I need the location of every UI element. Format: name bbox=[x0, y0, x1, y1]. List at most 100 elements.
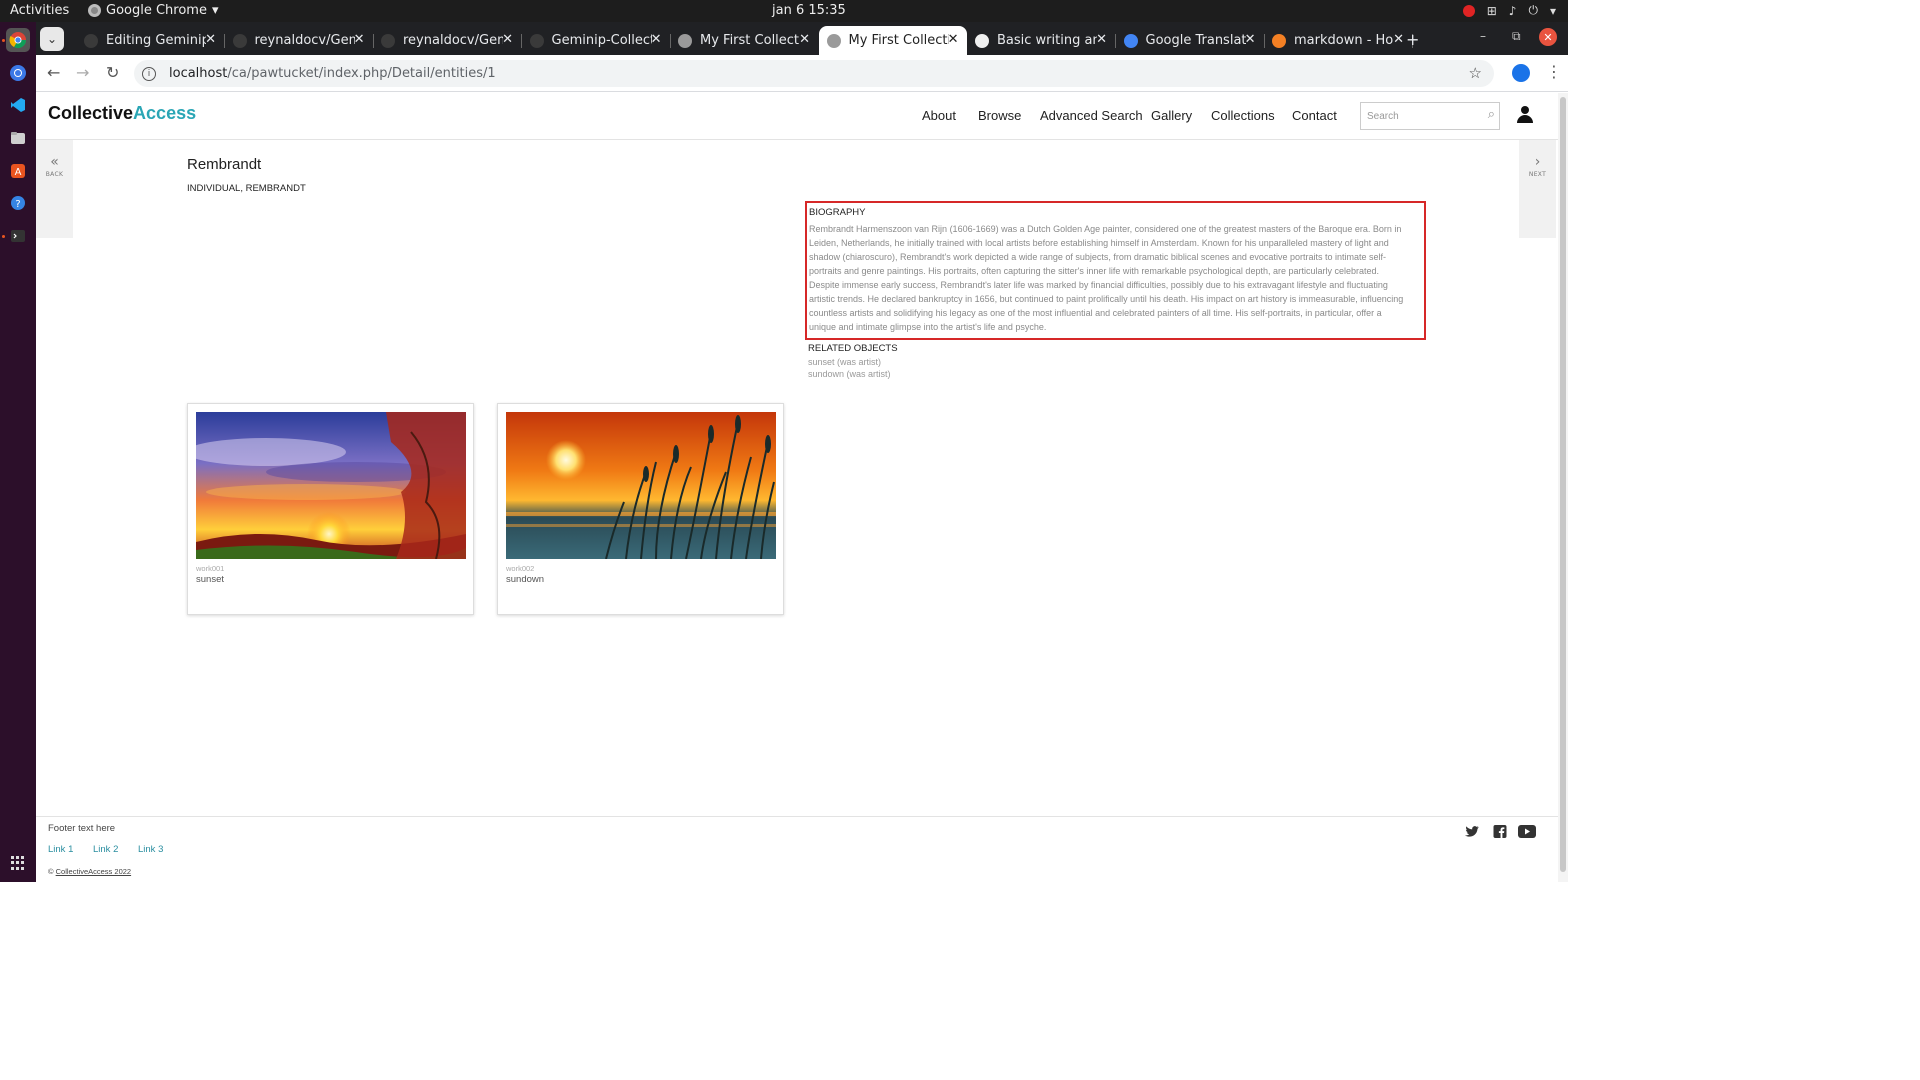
tab-favicon-icon bbox=[678, 33, 692, 48]
footer-link-2[interactable]: Link 2 bbox=[93, 844, 118, 855]
tab-close-icon[interactable]: ✕ bbox=[1245, 32, 1256, 47]
biography-text: Rembrandt Harmenszoon van Rijn (1606-166… bbox=[809, 224, 1404, 332]
browser-tab[interactable]: Geminip-Collect ✕ bbox=[522, 26, 671, 55]
footer-link-1[interactable]: Link 1 bbox=[48, 844, 73, 855]
do-not-disturb-icon[interactable] bbox=[1462, 4, 1475, 17]
clock[interactable]: jan 6 15:35 bbox=[772, 3, 846, 18]
nav-gallery[interactable]: Gallery bbox=[1151, 108, 1192, 123]
browser-tab[interactable]: markdown - How ✕ bbox=[1264, 26, 1413, 55]
tab-close-icon[interactable]: ✕ bbox=[205, 32, 216, 47]
bookmark-star-icon[interactable]: ☆ bbox=[1469, 64, 1482, 82]
browser-tab[interactable]: reynaldocv/Gem ✕ bbox=[225, 26, 374, 55]
terminal-dock-icon[interactable] bbox=[6, 224, 30, 248]
site-logo[interactable]: CollectiveAccess bbox=[48, 103, 196, 124]
next-record-button[interactable]: › NEXT bbox=[1519, 140, 1556, 238]
forward-arrow-icon[interactable]: → bbox=[76, 63, 89, 82]
browser-tab[interactable]: My First Collecti ✕ bbox=[818, 26, 967, 55]
tab-close-icon[interactable]: ✕ bbox=[651, 32, 662, 47]
site-search-input[interactable]: Search ⌕ bbox=[1360, 102, 1500, 130]
object-name[interactable]: sundown bbox=[506, 574, 544, 585]
object-thumbnail-sundown[interactable] bbox=[506, 412, 776, 559]
window-close-icon[interactable]: ✕ bbox=[1539, 28, 1557, 46]
activities-button[interactable]: Activities bbox=[10, 3, 69, 18]
app-menu[interactable]: Google Chrome ▾ bbox=[88, 3, 219, 18]
scrollbar-thumb[interactable] bbox=[1560, 97, 1566, 872]
search-icon[interactable]: ⌕ bbox=[1488, 106, 1495, 122]
browser-tab[interactable]: Editing Geminip ✕ bbox=[76, 26, 225, 55]
twitter-icon[interactable] bbox=[1465, 825, 1479, 838]
chromium-dock-icon[interactable] bbox=[6, 61, 30, 85]
tab-close-icon[interactable]: ✕ bbox=[948, 32, 959, 47]
browser-menu-icon[interactable]: ⋮ bbox=[1546, 62, 1562, 81]
object-thumbnail-sunset[interactable] bbox=[196, 412, 466, 559]
logo-text-2: Access bbox=[133, 103, 197, 123]
software-dock-icon[interactable]: A bbox=[6, 159, 30, 183]
entity-type-line: INDIVIDUAL, REMBRANDT bbox=[187, 183, 306, 194]
tab-favicon-icon bbox=[975, 33, 989, 48]
page-title: Rembrandt bbox=[187, 156, 262, 173]
tab-favicon-icon bbox=[232, 33, 247, 48]
copyright-link[interactable]: CollectiveAccess 2022 bbox=[56, 867, 131, 876]
tab-close-icon[interactable]: ✕ bbox=[1096, 32, 1107, 47]
page-scrollbar[interactable] bbox=[1558, 93, 1568, 882]
tab-close-icon[interactable]: ✕ bbox=[354, 32, 365, 47]
copyright: © CollectiveAccess 2022 bbox=[48, 867, 131, 876]
show-apps-icon[interactable] bbox=[11, 856, 25, 870]
nav-contact[interactable]: Contact bbox=[1292, 108, 1337, 123]
network-icon[interactable]: ⊞ bbox=[1487, 4, 1497, 18]
browser-tab[interactable]: Basic writing an ✕ bbox=[967, 26, 1116, 55]
tab-close-icon[interactable]: ✕ bbox=[799, 32, 810, 47]
previous-record-button[interactable]: « BACK bbox=[36, 140, 73, 238]
tab-search-chevron-icon[interactable]: ⌄ bbox=[40, 27, 64, 51]
related-object-link[interactable]: sundown bbox=[808, 369, 844, 379]
reload-icon[interactable]: ↻ bbox=[106, 63, 119, 82]
volume-icon[interactable]: ♪ bbox=[1509, 4, 1517, 18]
browser-tab[interactable]: reynaldocv/Gem ✕ bbox=[373, 26, 522, 55]
nav-browse[interactable]: Browse bbox=[978, 108, 1021, 123]
tab-label: My First Collecti bbox=[700, 33, 800, 48]
files-dock-icon[interactable] bbox=[6, 126, 30, 150]
power-icon[interactable]: ⏻ bbox=[1528, 3, 1538, 18]
new-tab-plus-icon[interactable]: + bbox=[1406, 30, 1419, 49]
object-card[interactable]: work001 sunset bbox=[187, 403, 474, 615]
site-info-icon[interactable]: i bbox=[142, 66, 156, 81]
browser-tab[interactable]: My First Collecti ✕ bbox=[670, 26, 818, 55]
tab-favicon-icon bbox=[1272, 33, 1286, 48]
nav-collections[interactable]: Collections bbox=[1211, 108, 1275, 123]
tab-favicon-icon bbox=[381, 33, 395, 48]
footer-link-3[interactable]: Link 3 bbox=[138, 844, 163, 855]
object-name[interactable]: sunset bbox=[196, 574, 224, 585]
system-tray[interactable]: ⊞ ♪ ⏻ ▾ bbox=[1462, 3, 1556, 18]
minimize-icon[interactable]: – bbox=[1480, 29, 1486, 43]
tab-close-icon[interactable]: ✕ bbox=[502, 32, 513, 47]
svg-text:A: A bbox=[15, 167, 22, 178]
related-object-link[interactable]: sunset bbox=[808, 357, 835, 367]
related-object-role: (was artist) bbox=[846, 369, 891, 379]
related-object-role: (was artist) bbox=[837, 357, 882, 367]
vscode-dock-icon[interactable] bbox=[6, 93, 30, 117]
related-object-item[interactable]: sundown (was artist) bbox=[808, 369, 898, 379]
nav-advanced-search[interactable]: Advanced Search bbox=[1040, 108, 1143, 123]
browser-tab[interactable]: Google Translat ✕ bbox=[1116, 26, 1265, 55]
app-menu-label: Google Chrome bbox=[106, 3, 207, 18]
svg-text:?: ? bbox=[15, 199, 20, 210]
tab-label: reynaldocv/Gem bbox=[403, 33, 503, 48]
chevron-down-icon[interactable]: ▾ bbox=[1550, 4, 1556, 18]
search-placeholder: Search bbox=[1367, 111, 1399, 122]
facebook-icon[interactable] bbox=[1493, 825, 1507, 838]
tab-close-icon[interactable]: ✕ bbox=[1393, 32, 1404, 47]
object-identifier: work001 bbox=[196, 564, 225, 573]
related-object-item[interactable]: sunset (was artist) bbox=[808, 357, 898, 367]
chrome-dock-icon[interactable] bbox=[6, 28, 30, 52]
back-arrow-icon[interactable]: ← bbox=[47, 63, 60, 82]
object-card[interactable]: work002 sundown bbox=[497, 403, 784, 615]
help-dock-icon[interactable]: ? bbox=[6, 191, 30, 215]
address-bar[interactable]: i localhost/ca/pawtucket/index.php/Detai… bbox=[134, 60, 1494, 87]
back-label: BACK bbox=[45, 171, 64, 178]
nav-about[interactable]: About bbox=[922, 108, 956, 123]
youtube-icon[interactable] bbox=[1518, 825, 1536, 838]
restore-icon[interactable]: ⧉ bbox=[1512, 29, 1521, 44]
user-account-icon[interactable] bbox=[1517, 106, 1533, 124]
profile-avatar-icon[interactable] bbox=[1512, 64, 1530, 82]
page-viewport: CollectiveAccess About Browse Advanced S… bbox=[36, 93, 1568, 882]
